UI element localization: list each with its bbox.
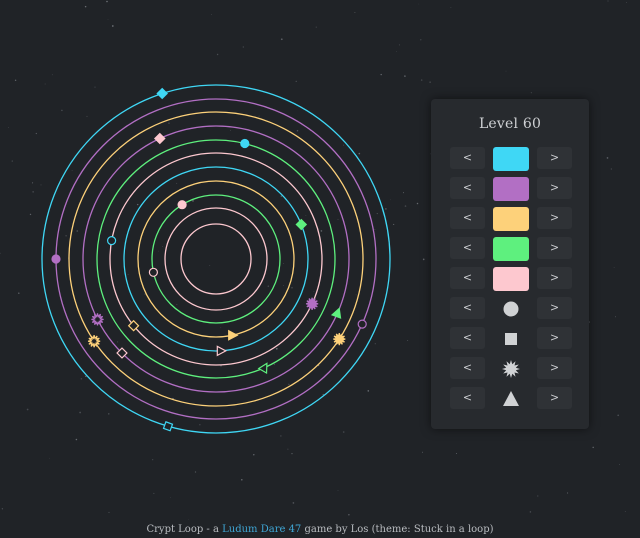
shape-row-square: < > xyxy=(450,327,573,351)
color-row-yellow: < > xyxy=(450,207,573,231)
color-yellow-prev-button[interactable]: < xyxy=(450,207,485,229)
triangle-token[interactable] xyxy=(257,361,271,374)
star-token[interactable] xyxy=(91,313,104,326)
shape-triangle-next-button[interactable]: > xyxy=(537,387,572,409)
shape-row-triangle: < > xyxy=(450,387,573,411)
ludum-dare-link[interactable]: Ludum Dare 47 xyxy=(222,524,301,535)
shape-row-circle: < > xyxy=(450,297,573,321)
star-dot xyxy=(592,446,594,449)
star-dot xyxy=(537,495,539,497)
shape-star-prev-button[interactable]: < xyxy=(450,357,485,379)
star-dot xyxy=(613,267,615,268)
star-token[interactable] xyxy=(87,335,101,348)
circle-token[interactable] xyxy=(177,200,187,210)
star-dot xyxy=(624,511,626,512)
circle-token[interactable] xyxy=(240,138,250,149)
shape-star-next-button[interactable]: > xyxy=(537,357,572,379)
shape-circle-prev-button[interactable]: < xyxy=(450,297,485,319)
square-token[interactable] xyxy=(156,87,168,100)
star-dot xyxy=(619,464,621,466)
star-dot xyxy=(450,7,452,8)
star-dot xyxy=(617,414,620,417)
star-icon xyxy=(493,357,529,381)
green-color-swatch xyxy=(493,237,529,261)
color-yellow-next-button[interactable]: > xyxy=(537,207,572,229)
circle-icon xyxy=(493,297,529,321)
triangle-token[interactable] xyxy=(216,345,228,357)
color-green-prev-button[interactable]: < xyxy=(450,237,485,259)
color-row-cyan: < > xyxy=(450,147,573,171)
level-control-panel: Level 60 < > < > < > < > < > < > < > < > < > xyxy=(431,99,589,429)
color-pink-prev-button[interactable]: < xyxy=(450,267,485,289)
ring-2[interactable] xyxy=(55,98,377,420)
yellow-color-swatch xyxy=(493,207,529,231)
color-row-green: < > xyxy=(450,237,573,261)
square-token[interactable] xyxy=(295,218,308,231)
level-title: Level 60 xyxy=(478,116,542,132)
shape-row-star: < > xyxy=(450,357,573,381)
square-token[interactable] xyxy=(154,132,166,145)
star-dot xyxy=(529,511,532,513)
star-dot xyxy=(606,157,609,159)
triangle-icon xyxy=(493,387,529,411)
circle-token[interactable] xyxy=(106,236,117,246)
ring-3[interactable] xyxy=(68,111,364,407)
shape-square-prev-button[interactable]: < xyxy=(450,327,485,349)
star-dot xyxy=(567,492,569,494)
color-purple-next-button[interactable]: > xyxy=(537,177,572,199)
star-dot xyxy=(455,452,458,455)
star-token[interactable] xyxy=(333,332,346,346)
color-pink-next-button[interactable]: > xyxy=(537,267,572,289)
puzzle-rings-board[interactable] xyxy=(0,0,430,538)
pink-color-swatch xyxy=(493,267,529,291)
shape-triangle-prev-button[interactable]: < xyxy=(450,387,485,409)
ring-5[interactable] xyxy=(96,139,336,379)
color-cyan-next-button[interactable]: > xyxy=(537,147,572,169)
ring-8[interactable] xyxy=(137,180,295,338)
ring-11[interactable] xyxy=(180,223,252,295)
footer-credits: Crypt Loop - a Ludum Dare 47 game by Los… xyxy=(0,524,640,535)
ring-1[interactable] xyxy=(41,84,391,434)
ring-9[interactable] xyxy=(151,194,281,324)
cyan-color-swatch xyxy=(493,147,529,171)
footer-suffix: game by Los (theme: Stuck in a loop) xyxy=(301,524,494,535)
circle-token[interactable] xyxy=(357,319,367,329)
star-dot xyxy=(610,168,612,170)
color-green-next-button[interactable]: > xyxy=(537,237,572,259)
star-dot xyxy=(615,316,616,318)
ring-6[interactable] xyxy=(109,152,323,366)
star-dot xyxy=(626,2,627,4)
triangle-token[interactable] xyxy=(228,329,239,341)
square-token[interactable] xyxy=(162,421,174,432)
footer-prefix: Crypt Loop - a xyxy=(146,524,223,535)
star-dot xyxy=(505,70,507,72)
shape-square-next-button[interactable]: > xyxy=(537,327,572,349)
ring-10[interactable] xyxy=(164,207,268,311)
star-dot xyxy=(607,0,609,2)
circle-token[interactable] xyxy=(51,254,61,264)
square-icon xyxy=(493,327,529,351)
color-row-pink: < > xyxy=(450,267,573,291)
color-cyan-prev-button[interactable]: < xyxy=(450,147,485,169)
triangle-token[interactable] xyxy=(330,307,343,319)
color-row-purple: < > xyxy=(450,177,573,201)
purple-color-swatch xyxy=(493,177,529,201)
star-dot xyxy=(530,92,532,94)
color-purple-prev-button[interactable]: < xyxy=(450,177,485,199)
circle-token[interactable] xyxy=(148,267,158,277)
shape-circle-next-button[interactable]: > xyxy=(537,297,572,319)
star-token[interactable] xyxy=(305,297,319,310)
